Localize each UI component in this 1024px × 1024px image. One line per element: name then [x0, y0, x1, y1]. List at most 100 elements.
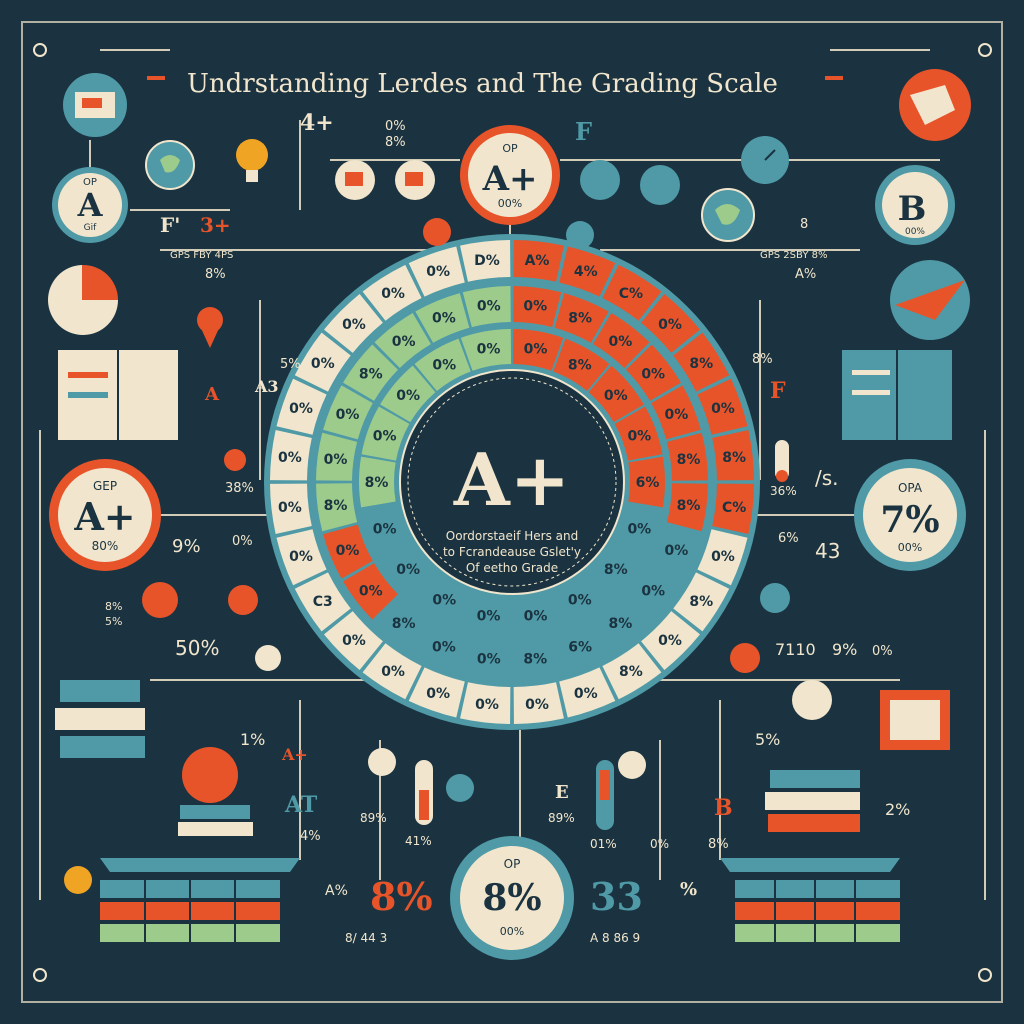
ring-cell-label: 6% — [636, 475, 660, 491]
badge-grade: A — [77, 186, 104, 224]
label-right-pct-small: 8 — [800, 217, 808, 232]
ring-cell-label: 0% — [608, 334, 632, 350]
badge-label-bottom: 00% — [500, 925, 524, 938]
label-left-38: 38% — [225, 481, 254, 496]
ring-cell-label: 0% — [525, 697, 549, 713]
ring-cell-label: 0% — [373, 429, 397, 445]
label-bottom-33: 33 — [590, 874, 643, 919]
title-block: Undrstanding Lerdes and The Grading Scal… — [147, 69, 843, 99]
ring-cell-label: 0% — [711, 401, 735, 417]
ring-cell-label: 0% — [426, 686, 450, 702]
ring-cell-label: 0% — [432, 311, 456, 327]
label-left-3plus: 3+ — [200, 213, 231, 237]
books-stack-icon — [55, 680, 145, 758]
books-stack-icon — [765, 770, 860, 832]
badge-top-left: OP A Gif — [52, 167, 128, 243]
ring-cell-label: 8% — [689, 594, 713, 610]
badge-label-top: OPA — [898, 481, 923, 495]
label-bottom-ap: A% — [325, 883, 348, 899]
ring-cell-label: 0% — [381, 286, 405, 302]
label-left-a3: A3 — [254, 377, 279, 396]
label-bottom-01: 01% — [590, 837, 617, 851]
ring-cell-label: 8% — [568, 358, 592, 374]
center-subtitle-3: Of eetho Grade — [466, 561, 558, 575]
label-left-0pct: 0% — [232, 534, 253, 549]
ring-cell-label: 0% — [426, 264, 450, 280]
paper-plane-icon — [890, 260, 970, 340]
label-bottom-89b: 89% — [548, 811, 575, 825]
ring-cell-label: 0% — [524, 608, 548, 624]
label-right-f: F — [770, 378, 786, 404]
thermometer-icon — [596, 760, 614, 830]
lightbulb-icon — [236, 139, 268, 182]
label-bottom-big-8: 8% — [370, 874, 433, 919]
badge-grade: A+ — [482, 159, 538, 199]
badge-grade: A+ — [73, 494, 135, 539]
label-bottom-e: E — [555, 782, 569, 803]
ring-cell-label: 8% — [608, 616, 632, 632]
label-top-a-plus: 4+ — [300, 110, 334, 136]
ring-cell-label: 0% — [568, 592, 592, 608]
label-top-f: F — [575, 117, 592, 146]
label-right-0pct: 0% — [872, 644, 893, 659]
badge-label-bottom: 80% — [92, 539, 119, 553]
ring-cell-label: 0% — [342, 317, 366, 333]
center-subtitle-1: Oordorstaeif Hers and — [446, 529, 578, 543]
label-left-5pct: 5% — [280, 357, 301, 372]
ring-cell-label: 0% — [359, 583, 383, 599]
center-grade: A+ — [453, 437, 570, 522]
pie-chart-icon — [48, 264, 119, 335]
label-right-36: 36% — [770, 484, 797, 498]
badge-grade: 8% — [482, 877, 541, 919]
label-left-50pct: 50% — [175, 636, 219, 660]
ring-cell-label: 0% — [278, 500, 302, 516]
ring-cell-label: 0% — [392, 334, 416, 350]
label-top-pct-1: 0% — [385, 119, 406, 134]
ring-cell-label: 0% — [641, 367, 665, 383]
label-right-6pct: 6% — [778, 531, 799, 546]
bar-table-left — [100, 858, 300, 942]
ring-cell-label: 0% — [665, 407, 689, 423]
ring-cell-label: C% — [722, 500, 746, 516]
badge-label-top: OP — [502, 142, 518, 155]
label-bottom-4pct: 4% — [300, 829, 321, 844]
apple-icon — [178, 747, 253, 836]
ring-cell-label: 0% — [311, 356, 335, 372]
ring-cell-label: 0% — [477, 651, 501, 667]
badge-mid-right: OPA 7% 00% — [854, 459, 966, 571]
ring-cell-label: 0% — [658, 633, 682, 649]
ring-cell-label: 0% — [658, 317, 682, 333]
ring-cell-label: 8% — [359, 367, 383, 383]
bar-table-right — [720, 858, 900, 942]
ring-cell-label: 0% — [336, 407, 360, 423]
label-bottom-8pct-b: 8% — [708, 837, 729, 852]
label-bottom-89a: 89% — [360, 811, 387, 825]
badge-label-bottom: 00% — [905, 227, 925, 237]
ring-cell-label: 8% — [365, 475, 389, 491]
label-left-9pct: 9% — [172, 536, 201, 557]
ring-cell-label: 0% — [641, 583, 665, 599]
ring-cell-label: 4% — [574, 264, 598, 280]
ring-cell-label: 0% — [289, 401, 313, 417]
label-left-5pct-b: 5% — [105, 615, 122, 628]
label-left-8pct-b: 8% — [105, 600, 122, 613]
ring-cell-label: 8% — [677, 498, 701, 514]
ring-cell-label: 8% — [619, 664, 643, 680]
label-right-pct-row: A% — [795, 267, 816, 282]
map-icon — [63, 73, 127, 137]
label-bottom-0pct: 0% — [650, 837, 669, 851]
ring-cell-label: 0% — [324, 452, 348, 468]
label-bottom-41: 41% — [405, 834, 432, 848]
label-bottom-b: B — [714, 795, 733, 821]
ring-cell-label: 0% — [477, 608, 501, 624]
ring-cell-label: 0% — [627, 521, 651, 537]
grading-wheel: A% 4% C% 0% 8% 0% 8% C% 0% 8% 0% 8% 0% 0% 0% 0% 0% 0% C3 0%… — [264, 234, 760, 730]
label-bottom-right-seq: A 8 86 9 — [590, 931, 640, 945]
label-right-gpa-row: GPS 2SBY 8% — [760, 250, 827, 261]
ring-cell-label: 0% — [289, 549, 313, 565]
ring-cell-label: 8% — [568, 311, 592, 327]
label-left-a: A — [204, 384, 220, 405]
ring-cell-label: 0% — [381, 664, 405, 680]
label-right-slash: /s. — [815, 466, 839, 490]
label-bottom-at: AT — [284, 792, 318, 818]
